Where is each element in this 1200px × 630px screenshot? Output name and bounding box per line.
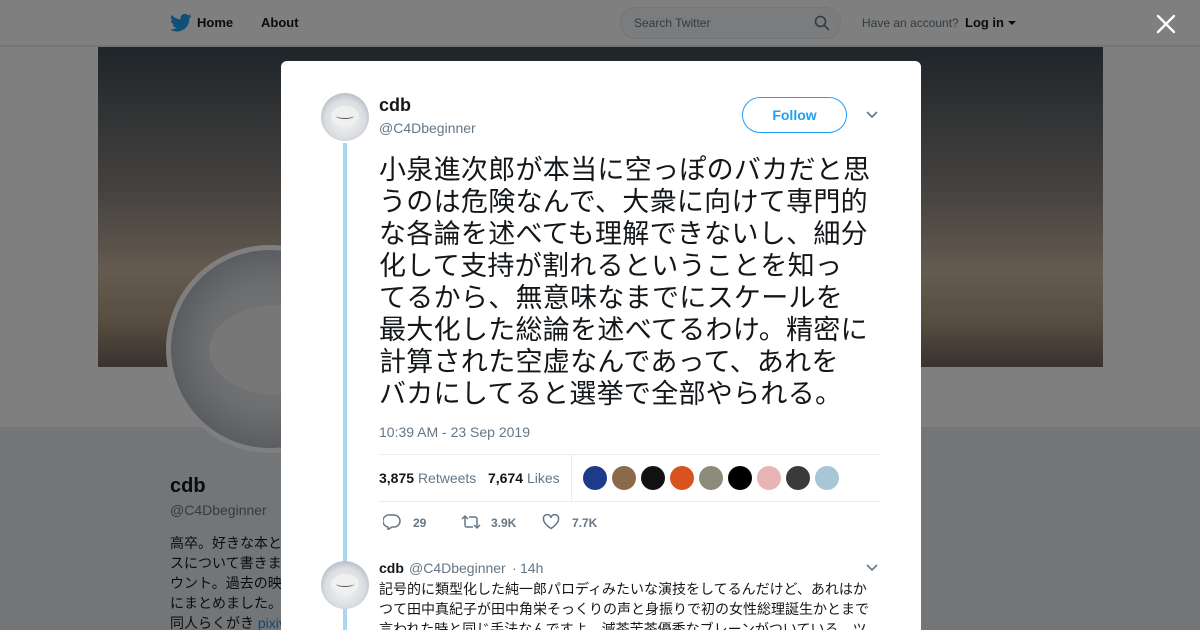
retweet-icon xyxy=(461,514,481,530)
reply-text-line: 記号的に類型化した純一郎パロディみたいな演技をしてるんだけど、あれはか xyxy=(379,581,867,597)
reply-text-line: 言われた時と同じ手法なんですよ。滅茶苦茶優秀なブレーンがついている。ツ xyxy=(379,621,867,630)
liker-avatar[interactable] xyxy=(670,466,694,490)
retweet-count: 3.9K xyxy=(491,516,517,530)
heart-icon xyxy=(542,514,560,530)
chevron-down-icon[interactable] xyxy=(866,564,878,572)
liker-avatar[interactable] xyxy=(699,466,723,490)
avatar-smile-shape xyxy=(336,581,354,587)
reply-text-line: つて田中真紀子が田中角栄そっくりの声と身振りで初の女性総理誕生かとまで xyxy=(379,601,869,617)
likes-label: Likes xyxy=(526,470,560,486)
liker-avatar[interactable] xyxy=(757,466,781,490)
stats-divider xyxy=(571,455,572,502)
reply-time[interactable]: 14h xyxy=(520,560,543,576)
retweets-label: Retweets xyxy=(417,470,477,486)
tweet-author-avatar[interactable] xyxy=(321,93,369,141)
close-icon[interactable] xyxy=(1155,13,1177,35)
tweet-stats: 3,875 Retweets 7,674 Likes xyxy=(379,454,881,502)
liker-avatar[interactable] xyxy=(612,466,636,490)
tweet-text-line: な各論を述べても理解できないし、細分 xyxy=(379,219,868,249)
reply-separator: · xyxy=(512,560,517,576)
retweets-stat[interactable]: 3,875 Retweets xyxy=(379,470,476,486)
retweets-count: 3,875 xyxy=(379,470,415,486)
liker-avatar[interactable] xyxy=(815,466,839,490)
liker-avatar[interactable] xyxy=(786,466,810,490)
tweet-text-line: 小泉進次郎が本当に空っぽのバカだと思 xyxy=(379,155,871,185)
liker-avatar[interactable] xyxy=(728,466,752,490)
tweet-text-line: てるから、無意味なまでにスケールを xyxy=(379,283,844,313)
follow-button[interactable]: Follow xyxy=(742,97,847,133)
reply-author-name[interactable]: cdb xyxy=(379,560,404,576)
reply-text: 記号的に類型化した純一郎パロディみたいな演技をしてるんだけど、あれはか つて田中… xyxy=(379,579,889,630)
reply-author-handle[interactable]: @C4Dbeginner xyxy=(409,560,506,576)
tweet-author-name[interactable]: cdb xyxy=(379,95,411,116)
thread-connector xyxy=(343,143,347,630)
liker-avatar[interactable] xyxy=(641,466,665,490)
like-count: 7.7K xyxy=(572,516,598,530)
liker-avatar[interactable] xyxy=(583,466,607,490)
tweet-timestamp[interactable]: 10:39 AM - 23 Sep 2019 xyxy=(379,424,530,440)
likes-stat[interactable]: 7,674 Likes xyxy=(488,470,560,486)
tweet-text-line: うのは危険なんで、大衆に向けて専門的 xyxy=(379,187,868,217)
tweet-text-line: 最大化した総論を述べてるわけ。精密に xyxy=(379,315,868,345)
avatar-smile-shape xyxy=(336,113,354,119)
likes-count: 7,674 xyxy=(488,470,524,486)
tweet-text: 小泉進次郎が本当に空っぽのバカだと思 うのは危険なんで、大衆に向けて専門的 な各… xyxy=(379,154,889,410)
reply-author-avatar[interactable] xyxy=(321,561,369,609)
reply-count: 29 xyxy=(413,516,427,530)
tweet-actions: 29 3.9K 7.7K xyxy=(379,513,639,533)
tweet-text-line: 計算された空虚なんであって、あれを xyxy=(379,347,839,377)
chevron-down-icon[interactable] xyxy=(866,111,878,119)
tweet-text-line: 化して支持が割れるということを知っ xyxy=(379,251,843,281)
tweet-text-line: バカにしてると選挙で全部やられる。 xyxy=(379,379,843,409)
reply-icon xyxy=(383,514,401,530)
tweet-author-handle[interactable]: @C4Dbeginner xyxy=(379,120,476,136)
tweet-modal: cdb @C4Dbeginner Follow 小泉進次郎が本当に空っぽのバカだ… xyxy=(281,61,921,630)
